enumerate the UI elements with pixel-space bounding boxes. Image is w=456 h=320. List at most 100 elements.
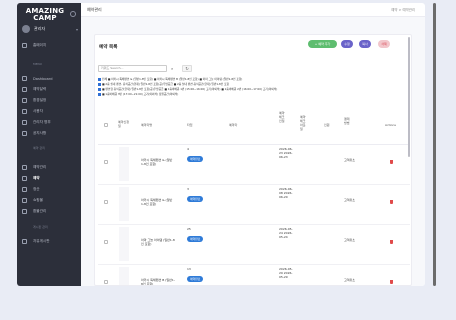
table-row[interactable]: 아마 그늘 아이템 (일반1-8인 포함) 25 예약완료 2026-05-24… — [98, 225, 410, 265]
trash-icon[interactable] — [390, 240, 393, 244]
checkin-cell: 2026-06-23 2026-06-23 — [279, 147, 293, 160]
sidebar-item-calendar[interactable]: 예약달력 — [22, 85, 78, 94]
main-content: 예약 목록 + 예약 추가 수정 복사 삭제 키워드 Search... ⌕ ↻… — [81, 17, 425, 286]
edit-button[interactable]: 수정 — [341, 40, 353, 48]
date-placeholder — [119, 187, 129, 221]
checkbox-icon[interactable] — [98, 82, 101, 86]
column-header: Actions — [385, 123, 396, 127]
trash-icon[interactable] — [390, 200, 393, 204]
count-cell: 4 — [187, 147, 189, 151]
avatar — [22, 25, 30, 33]
add-reservation-button[interactable]: + 예약 추가 — [308, 40, 337, 48]
checkin-cell: 2026-05-29 2026-05-29 — [279, 267, 293, 280]
count-cell: 13 — [187, 267, 191, 271]
shop-icon — [22, 198, 27, 203]
sidebar-section-board: 게시판 관리 — [33, 225, 48, 229]
sidebar-item-settlement[interactable]: 정산 — [22, 185, 78, 194]
row-checkbox[interactable] — [104, 280, 108, 284]
filter-line[interactable]: ■ 1층바베큐 3번 (17:00~21:00) 고기(야외석) 정원공간(야외… — [98, 92, 410, 97]
page-title: 예약관리 — [87, 7, 102, 12]
chevron-down-icon[interactable]: ▾ — [76, 27, 78, 32]
reservation-icon — [22, 165, 27, 170]
product-cell: 아카시 독채펜션 & (일반1-8인 포함) — [141, 158, 173, 167]
row-checkbox[interactable] — [104, 160, 108, 164]
refresh-button[interactable]: ↻ — [182, 65, 192, 72]
row-checkbox[interactable] — [104, 200, 108, 204]
logo[interactable]: AMAZING CAMP — [23, 8, 67, 22]
sidebar-item-home[interactable]: 홈페이지 — [22, 41, 78, 50]
search-icon[interactable]: ⌕ — [171, 66, 173, 71]
page-scrollbar[interactable] — [433, 3, 436, 286]
column-header[interactable]: 예약자명 — [141, 123, 152, 127]
trash-icon[interactable] — [390, 160, 393, 164]
status-badge[interactable]: 예약완료 — [187, 276, 204, 282]
status-badge[interactable]: 예약완료 — [187, 156, 204, 162]
sidebar-item-users[interactable]: 사용자 — [22, 107, 78, 116]
settings-icon — [22, 98, 27, 103]
profile[interactable]: 관리자 ▾ — [22, 23, 78, 35]
select-all-checkbox[interactable] — [104, 123, 108, 127]
column-header[interactable]: 인원 — [324, 123, 330, 127]
checkbox-icon[interactable] — [98, 92, 101, 96]
sidebar-toggle-icon[interactable] — [70, 11, 76, 17]
column-header[interactable]: 결제방법 — [344, 117, 352, 125]
table-row[interactable]: 아카시 독채펜션 B (일반1-8인 포함) 13 예약완료 2026-05-2… — [98, 265, 410, 286]
payment-cell: 고객취소 — [344, 278, 356, 282]
sidebar-item-label: 쇼핑몰 — [33, 198, 43, 202]
sidebar-item-label: 예약 — [33, 176, 40, 180]
product-cell: 아마 그늘 아이템 (일반1-8인 포함) — [141, 238, 175, 247]
payment-cell: 고객취소 — [344, 238, 356, 242]
reservation-card: 예약 목록 + 예약 추가 수정 복사 삭제 키워드 Search... ⌕ ↻… — [94, 34, 412, 286]
board-icon — [22, 239, 27, 244]
column-header[interactable]: 예약신청일 — [118, 120, 130, 128]
status-badge[interactable]: 예약완료 — [187, 196, 204, 202]
checkbox-icon[interactable] — [98, 87, 101, 91]
sidebar-item-refund[interactable]: 환불관리 — [22, 207, 78, 216]
date-placeholder — [119, 227, 129, 261]
refund-icon — [22, 209, 27, 214]
logo-line-2: CAMP — [33, 14, 57, 22]
product-cell: 아카시 독채펜션 & (일반1-8인 포함) — [141, 198, 173, 207]
sidebar-item-label: 자유게시판 — [33, 239, 50, 243]
notice-icon — [22, 131, 27, 136]
copy-button[interactable]: 복사 — [359, 40, 371, 48]
dashboard-icon — [22, 76, 27, 81]
sidebar-item-shop[interactable]: 쇼핑몰 — [22, 196, 78, 205]
search-input[interactable]: 키워드 Search... — [98, 65, 167, 72]
sidebar-item-label: 예약관리 — [33, 165, 47, 169]
column-header[interactable]: 예약자 — [229, 123, 237, 127]
admin-icon — [22, 120, 27, 125]
profile-name: 관리자 — [34, 26, 46, 31]
sidebar-item-label: 환경설정 — [33, 98, 47, 102]
sidebar-item-admins[interactable]: 관리자 명부 — [22, 118, 78, 127]
users-icon — [22, 109, 27, 114]
delete-button[interactable]: 삭제 — [378, 40, 390, 48]
date-placeholder — [119, 147, 129, 181]
sidebar-item-settings[interactable]: 환경설정 — [22, 96, 78, 105]
product-cell: 아카시 독채펜션 B (일반1-8인 포함) — [141, 278, 175, 286]
row-checkbox[interactable] — [104, 240, 108, 244]
checkin-cell: 2026-05-24 2026-05-24 — [279, 227, 293, 240]
column-header[interactable]: 예약체크인일 — [279, 111, 287, 123]
checkbox-icon[interactable] — [98, 77, 101, 81]
sidebar-item-label: 정산 — [33, 187, 40, 191]
card-title: 예약 목록 — [99, 45, 118, 50]
scrollbar[interactable] — [408, 37, 410, 157]
sidebar-item-booking[interactable]: 예약 — [22, 174, 78, 183]
status-badge[interactable]: 예약완료 — [187, 236, 204, 242]
table-row[interactable]: 아카시 독채펜션 & (일반1-8인 포함) 3 예약완료 2026-06-08… — [98, 185, 410, 225]
table-row[interactable]: 아카시 독채펜션 & (일반1-8인 포함) 4 예약완료 2026-06-23… — [98, 145, 410, 185]
sidebar-item-free-board[interactable]: 자유게시판 — [22, 237, 78, 246]
count-cell: 25 — [187, 227, 191, 231]
sidebar-item-label: 홈페이지 — [33, 43, 47, 47]
column-header[interactable]: 타입 — [187, 123, 193, 127]
sidebar-item-label: 환불관리 — [33, 209, 47, 213]
sidebar-item-label: 공지사항 — [33, 131, 47, 135]
sidebar-item-notice[interactable]: 공지사항 — [22, 129, 78, 138]
trash-icon[interactable] — [390, 280, 393, 284]
filter-options: 전체 ■ 아카시 독채펜션 & (일반1-8인 포함) ■ 아카시 독채펜션 B… — [98, 77, 410, 97]
column-header[interactable]: 예약체크아웃일 — [300, 115, 308, 131]
sidebar-item-reservation-manage[interactable]: 예약관리 — [22, 163, 78, 172]
sidebar-item-dashboard[interactable]: Dashboard — [22, 74, 78, 83]
count-cell: 3 — [187, 187, 189, 191]
